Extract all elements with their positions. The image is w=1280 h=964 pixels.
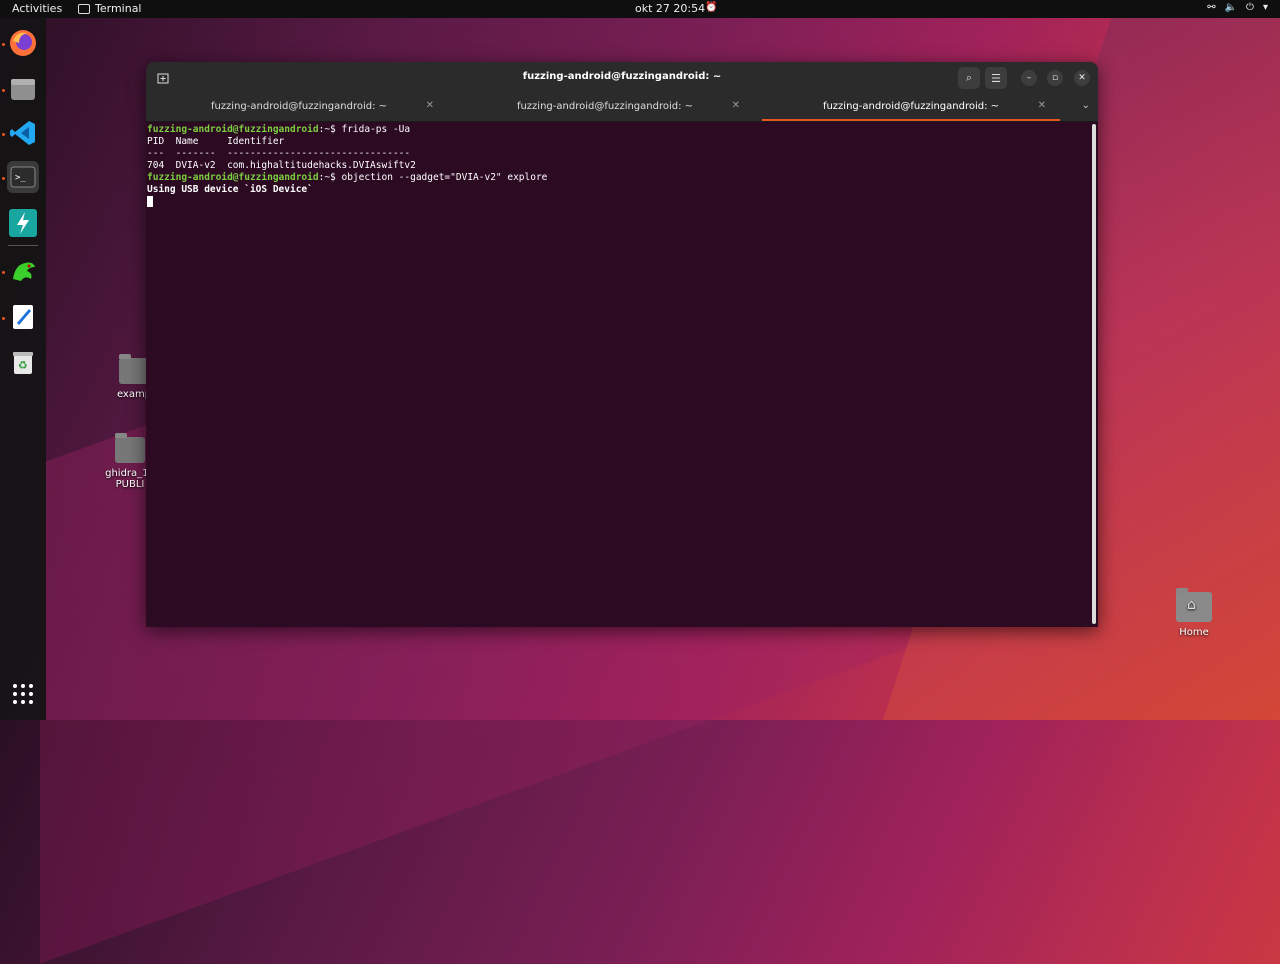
app-menu[interactable]: Terminal [78,2,142,15]
search-icon: ⌕ [965,71,973,84]
zettlr-launcher[interactable] [7,207,39,239]
folder-icon [119,354,149,384]
text-cursor [147,196,153,207]
system-tray[interactable]: ⚯ 🔈 ⏻ ▾ [1207,2,1268,13]
terminal-output[interactable]: fuzzing-android@fuzzingandroid:~$ frida-… [146,122,1088,627]
text-editor-launcher[interactable] [7,301,39,333]
window-title: fuzzing-android@fuzzingandroid: ~ [522,71,722,82]
menu-button[interactable]: ☰ [985,67,1007,89]
minimize-button[interactable]: – [1021,70,1037,86]
firefox-launcher[interactable] [7,27,39,59]
tab-label: fuzzing-android@fuzzingandroid: ~ [210,101,388,112]
bolt-app-icon [9,209,37,237]
grid-icon [13,684,33,704]
terminal-window[interactable]: fuzzing-android@fuzzingandroid: ~ ⌕ ☰ – … [146,62,1098,627]
files-launcher[interactable] [7,73,39,105]
title-bar[interactable]: fuzzing-android@fuzzingandroid: ~ ⌕ ☰ – … [146,62,1098,94]
table-row: 704 DVIA-v2 com.highaltitudehacks.DVIAsw… [147,160,416,171]
vscode-icon [10,121,35,145]
show-apps-button[interactable] [7,678,39,710]
close-tab-icon[interactable]: ✕ [732,100,740,111]
folder-icon [115,433,145,463]
command-2: objection --gadget="DVIA-v2" explore [341,172,548,183]
scrollbar[interactable] [1092,124,1096,624]
firefox-icon [10,30,36,56]
prompt-suffix: :~$ [318,124,342,135]
alarm-icon: ⏰ [705,2,718,13]
maximize-icon: ▫ [1051,73,1059,83]
vscode-launcher[interactable] [7,117,39,149]
table-header: PID Name Identifier [147,136,285,147]
tab-1[interactable]: fuzzing-android@fuzzingandroid: ~ ✕ [146,94,452,121]
tab-label: fuzzing-android@fuzzingandroid: ~ [822,101,1000,112]
network-icon: ⚯ [1207,2,1216,13]
minimize-icon: – [1026,73,1032,83]
dock: >_ ♻ [0,18,46,720]
top-bar: Activities Terminal okt 27 20:54 ⏰ ⚯ 🔈 ⏻… [0,0,1280,18]
close-button[interactable]: ✕ [1074,70,1090,86]
dragon-icon [13,262,35,281]
trash-launcher[interactable]: ♻ [7,347,39,379]
tab-list-chevron-icon[interactable]: ⌄ [1082,100,1090,111]
svg-text:♻: ♻ [18,359,28,372]
tab-bar: fuzzing-android@fuzzingandroid: ~ ✕ fuzz… [146,94,1098,122]
chevron-down-icon: ▾ [1262,2,1268,13]
command-output: Using USB device `iOS Device` [147,184,313,195]
desktop-icon-label: Home [1179,627,1209,638]
ghidra-launcher[interactable] [7,255,39,287]
desktop-folder-home[interactable]: ⌂ Home [1172,588,1216,638]
power-icon: ⏻ [1246,2,1254,13]
svg-text:>_: >_ [15,173,26,183]
tab-3[interactable]: fuzzing-android@fuzzingandroid: ~ ✕ [758,94,1064,121]
terminal-launcher[interactable]: >_ [7,161,39,193]
prompt-suffix: :~$ [318,172,342,183]
terminal-icon [78,3,90,14]
search-button[interactable]: ⌕ [958,67,980,89]
prompt-user: fuzzing-android@fuzzingandroid [147,124,319,135]
tab-label: fuzzing-android@fuzzingandroid: ~ [516,101,694,112]
close-tab-icon[interactable]: ✕ [1038,100,1046,111]
hamburger-icon: ☰ [991,71,1001,85]
close-tab-icon[interactable]: ✕ [426,100,434,111]
terminal-icon: >_ [10,166,36,188]
command-1: frida-ps -Ua [341,124,411,135]
maximize-button[interactable]: ▫ [1047,70,1063,86]
tab-2[interactable]: fuzzing-android@fuzzingandroid: ~ ✕ [452,94,758,121]
clock[interactable]: okt 27 20:54 [635,2,705,15]
text-editor-icon [13,305,33,329]
files-icon [11,79,35,100]
app-name: Terminal [95,2,142,15]
home-folder-icon: ⌂ [1176,588,1212,622]
close-icon: ✕ [1078,73,1086,83]
prompt-user: fuzzing-android@fuzzingandroid [147,172,319,183]
activities-button[interactable]: Activities [12,2,62,15]
trash-icon: ♻ [13,352,33,374]
volume-icon: 🔈 [1224,2,1238,13]
table-divider: --- ------- ----------------------------… [147,148,411,159]
